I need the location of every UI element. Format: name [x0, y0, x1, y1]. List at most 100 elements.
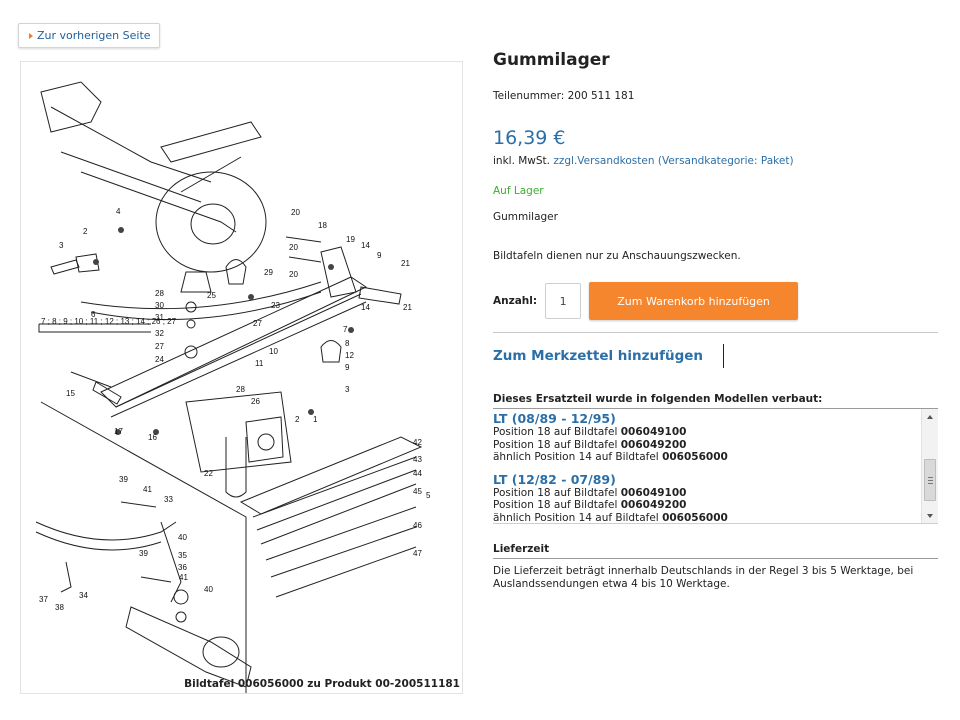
callout-30: 30	[155, 301, 164, 310]
callout-4: 4	[116, 207, 121, 216]
callout-2: 2	[83, 227, 88, 236]
callout-32: 32	[155, 329, 164, 338]
diagram-code: 006049100	[620, 426, 687, 438]
delivery-heading: Lieferzeit	[493, 543, 938, 559]
model-position-line: ähnlich Position 14 auf Bildtafel 006056…	[493, 451, 921, 464]
model-name-link[interactable]: LT (12/82 - 07/89)	[493, 472, 921, 487]
models-list: LT (08/89 - 12/95) Position 18 auf Bildta…	[493, 409, 921, 524]
position-text: Position 18 auf Bildtafel	[493, 438, 621, 451]
callout-15: 15	[66, 389, 75, 398]
position-text: ähnlich Position 14 auf Bildtafel	[493, 511, 663, 524]
callout-47: 47	[413, 549, 422, 558]
callout-36: 36	[178, 563, 187, 572]
back-button[interactable]: Zur vorherigen Seite	[18, 23, 160, 48]
caret-right-icon	[29, 32, 33, 39]
add-to-cart-button[interactable]: Zum Warenkorb hinzufügen	[589, 282, 799, 320]
diagram-code: 006056000	[662, 511, 728, 524]
wishlist-row: Zum Merkzettel hinzufügen	[493, 338, 938, 374]
model-entry: LT (12/82 - 07/89) Position 18 auf Bildta…	[493, 472, 921, 524]
scroll-up-icon[interactable]	[927, 415, 933, 419]
models-list-box: LT (08/89 - 12/95) Position 18 auf Bildta…	[493, 409, 938, 524]
callout-7: 7	[343, 325, 348, 334]
tax-info: inkl. MwSt. zzgl.Versandkosten (Versandk…	[493, 155, 938, 167]
callout-2b: 2	[295, 415, 300, 424]
callout-40b: 40	[204, 585, 213, 594]
callout-22: 22	[204, 469, 213, 478]
parts-diagram: 4 2 3 20 18 19 14 9 20 20 21 21 14 29 28…	[20, 61, 463, 694]
callout-24: 24	[155, 355, 164, 364]
callout-18: 18	[318, 221, 327, 230]
callout-17: 17	[114, 427, 123, 436]
add-to-cart-row: Anzahl: Zum Warenkorb hinzufügen	[493, 282, 938, 320]
product-title: Gummilager	[493, 50, 610, 70]
back-button-label: Zur vorherigen Seite	[37, 29, 151, 42]
callout-27b: 27	[253, 319, 262, 328]
model-position-line: Position 18 auf Bildtafel 006049200	[493, 499, 921, 512]
callout-28: 28	[155, 289, 164, 298]
divider	[493, 332, 938, 333]
position-text: Position 18 auf Bildtafel	[493, 426, 621, 438]
callout-42: 42	[413, 438, 422, 447]
callout-46: 46	[413, 521, 422, 530]
callout-16: 16	[148, 433, 157, 442]
callout-1: 1	[313, 415, 318, 424]
position-text: ähnlich Position 14 auf Bildtafel	[493, 451, 663, 463]
callout-12: 12	[345, 351, 354, 360]
callout-39b: 39	[139, 549, 148, 558]
models-heading: Dieses Ersatzteil wurde in folgenden Mod…	[493, 393, 938, 409]
model-position-line: Position 18 auf Bildtafel 006049100	[493, 487, 921, 500]
quantity-input[interactable]	[545, 283, 582, 319]
callout-11: 11	[255, 359, 264, 368]
callout-38: 38	[55, 603, 64, 612]
product-description: Gummilager	[493, 211, 558, 223]
scroll-thumb[interactable]	[924, 459, 936, 501]
callout-37: 37	[39, 595, 48, 604]
callout-26: 26	[251, 397, 260, 406]
shipping-costs-link[interactable]: zzgl.Versandkosten (Versandkategorie: Pa…	[553, 155, 793, 167]
diagram-code: 006049200	[620, 438, 687, 451]
callout-34: 34	[79, 591, 88, 600]
callout-33: 33	[164, 495, 173, 504]
illustration-note: Bildtafeln dienen nur zu Anschauungszwec…	[493, 250, 741, 262]
product-detail: Gummilager Teilenummer: 200 511 181 16,3…	[493, 50, 938, 591]
callout-45: 45	[413, 487, 422, 496]
callout-19: 19	[346, 235, 355, 244]
callout-43: 43	[413, 455, 422, 464]
callout-21: 21	[401, 259, 410, 268]
callout-21b: 21	[403, 303, 412, 312]
callout-20c: 20	[289, 270, 298, 279]
callout-group: 7 ; 8 ; 9 ; 10 ; 11 ; 12 ; 13 ; 14 ; 26 …	[41, 317, 177, 326]
position-text: Position 18 auf Bildtafel	[493, 486, 621, 499]
callout-28b: 28	[236, 385, 245, 394]
callout-9: 9	[377, 251, 382, 260]
callout-20: 20	[291, 208, 300, 217]
diagram-caption: Bildtafel 006056000 zu Produkt 00-200511…	[184, 678, 460, 690]
callout-29: 29	[264, 268, 273, 277]
tax-prefix: inkl. MwSt.	[493, 155, 551, 167]
callout-27: 27	[155, 342, 164, 351]
diagram-code: 006049200	[620, 499, 687, 511]
callout-44: 44	[413, 469, 422, 478]
callout-40: 40	[178, 533, 187, 542]
position-text: Position 18 auf Bildtafel	[493, 499, 621, 511]
callout-41: 41	[143, 485, 152, 494]
callout-41b: 41	[179, 573, 188, 582]
stock-status: Auf Lager	[493, 185, 544, 197]
model-entry: LT (08/89 - 12/95) Position 18 auf Bildta…	[493, 411, 921, 464]
callout-20b: 20	[289, 243, 298, 252]
quantity-label: Anzahl:	[493, 295, 538, 307]
scroll-down-icon[interactable]	[927, 514, 933, 518]
text-cursor	[723, 344, 725, 368]
model-name-link[interactable]: LT (08/89 - 12/95)	[493, 411, 921, 426]
callout-10: 10	[269, 347, 278, 356]
callout-39: 39	[119, 475, 128, 484]
model-position-line: ähnlich Position 14 auf Bildtafel 006056…	[493, 511, 921, 524]
add-to-wishlist-link[interactable]: Zum Merkzettel hinzufügen	[493, 348, 703, 364]
price: 16,39 €	[493, 127, 566, 149]
diagram-code: 006056000	[662, 451, 728, 463]
callout-8: 8	[345, 339, 350, 348]
models-scrollbar[interactable]	[921, 409, 938, 523]
diagram-code: 006049100	[620, 486, 687, 499]
callout-3: 3	[59, 241, 64, 250]
callout-5: 5	[426, 491, 431, 500]
